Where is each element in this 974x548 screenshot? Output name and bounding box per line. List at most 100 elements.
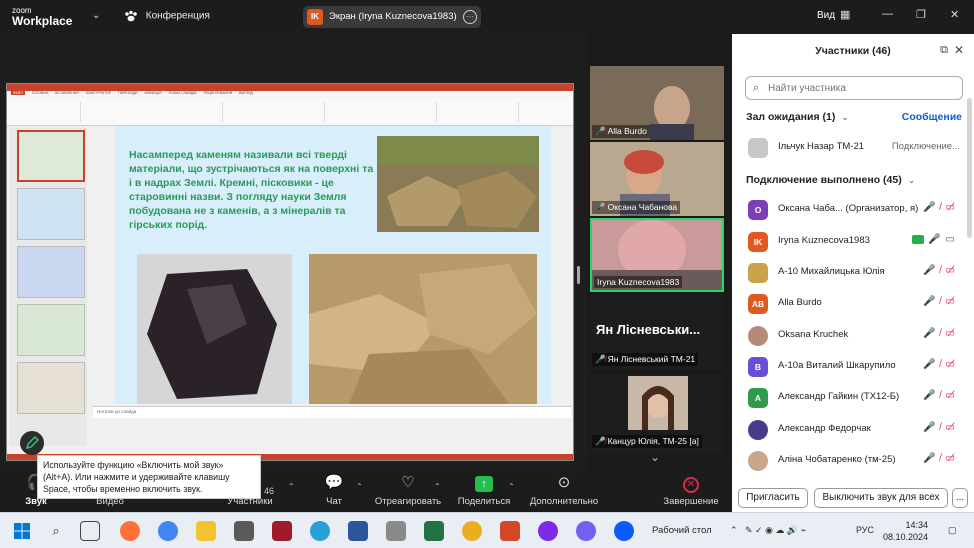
participant-row[interactable]: AB Alla Burdo 🎤̸▭̸	[732, 288, 974, 319]
waiting-room-header[interactable]: Зал ожидания (1) ⌄	[746, 111, 849, 123]
video-tile-3-active[interactable]: Iryna Kuznecova1983	[590, 218, 724, 292]
slide-thumb-4[interactable]	[17, 304, 85, 356]
clock-date: 08.10.2024	[882, 532, 928, 542]
participant-row[interactable]: Аліна Чобатаренко (тм-25) 🎤̸▭̸	[732, 445, 974, 476]
powerpoint-icon[interactable]	[500, 521, 520, 541]
conference-menu[interactable]: Конференция	[124, 10, 210, 22]
rocks-photo-1	[377, 136, 539, 232]
tray-chevron-icon[interactable]: ⌃	[730, 525, 738, 536]
mic-muted-icon: 🎤̸	[923, 359, 946, 370]
view-grid-icon[interactable]: ▦	[840, 8, 850, 21]
avatar: O	[748, 200, 768, 220]
chevron-up-icon[interactable]: ⌃	[508, 482, 515, 491]
excel-icon[interactable]	[424, 521, 444, 541]
viber-icon[interactable]	[576, 521, 596, 541]
chevron-up-icon[interactable]: ⌃	[356, 482, 363, 491]
screen-share-indicator[interactable]: IK Экран (Iryna Kuznecova1983) ···	[303, 6, 481, 28]
chevron-up-icon[interactable]: ⌃	[434, 482, 441, 491]
media-status-icons: 🎤̸▭̸	[923, 422, 960, 433]
word-icon[interactable]	[348, 521, 368, 541]
participants-panel: Участники (46) ⧉ ✕ ⌕ Зал ожидания (1)⌄ С…	[732, 34, 974, 512]
app-icon[interactable]	[272, 521, 292, 541]
language-indicator[interactable]: РУС	[856, 525, 874, 535]
zoom-taskbar-icon[interactable]	[614, 521, 634, 541]
camera-off-icon: ▭̸	[945, 328, 960, 339]
clock[interactable]: 14:34 08.10.2024	[880, 519, 928, 543]
end-call-icon: ✕	[654, 472, 728, 494]
pop-out-icon[interactable]: ⧉	[940, 44, 948, 57]
paw-icon	[125, 10, 137, 22]
canva-icon[interactable]	[538, 521, 558, 541]
participant-row[interactable]: IK Iryna Kuznecova1983 🎤▭	[732, 226, 974, 257]
chevron-down-icon[interactable]: ⌄	[650, 450, 660, 464]
view-button[interactable]: Вид	[817, 10, 835, 21]
mic-muted-icon: 🎤̸	[923, 453, 946, 464]
participant-row[interactable]: Александр Федорчак 🎤̸▭̸	[732, 414, 974, 445]
windows-start-icon[interactable]	[12, 521, 32, 541]
file-explorer-icon[interactable]	[196, 521, 216, 541]
participant-row[interactable]: А-10 Михайлицька Юлія 🎤̸▭̸	[732, 257, 974, 288]
video-label: 🎤̸ Alla Burdo	[592, 125, 650, 138]
name-card-tile[interactable]: Ян Лісневськи... 🎤̸ Ян Лісневський ТМ-21	[590, 294, 724, 370]
chevron-up-icon[interactable]: ⌃	[288, 482, 295, 491]
conference-label: Конференция	[145, 10, 210, 22]
share-button[interactable]: ↑ Поделиться	[448, 472, 520, 512]
more-options-icon[interactable]: ···	[463, 10, 477, 24]
participant-row[interactable]: O Оксана Чаба... (Организатор, я) 🎤̸▭̸	[732, 194, 974, 225]
reactions-button[interactable]: ♡ Отреагировать	[368, 472, 448, 512]
search-icon[interactable]: ⌕	[46, 521, 66, 541]
message-link[interactable]: Сообщение	[902, 111, 962, 123]
close-icon[interactable]: ✕	[954, 43, 964, 57]
pencil-icon	[26, 436, 39, 449]
slide-thumb-2[interactable]	[17, 188, 85, 240]
title-bar: zoom Workplace ⌄ Конференция IK Экран (I…	[0, 0, 802, 34]
participant-name: Alla Burdo	[778, 297, 822, 308]
video-tile-2[interactable]: 🎤̸ Оксана Чабанова	[590, 142, 724, 216]
chat-button[interactable]: 💬 Чат	[298, 472, 370, 512]
app-icon[interactable]	[386, 521, 406, 541]
video-label: 🎤̸ Ян Лісневський ТМ-21	[592, 353, 699, 366]
resize-handle[interactable]	[577, 266, 580, 284]
task-view-icon[interactable]	[80, 521, 100, 541]
windows-taskbar: ⌕ Рабочий стол ⌃ ✎ ✓ ◉ ☁ 🔊 ⌁ РУС 14:34 0…	[0, 512, 974, 548]
slide-thumb-3[interactable]	[17, 246, 85, 298]
app-icon[interactable]	[462, 521, 482, 541]
media-status-icons: 🎤̸▭̸	[923, 296, 960, 307]
participant-name: Александр Гайкин (ТХ12-Б)	[778, 391, 900, 402]
camera-on-icon: ▭	[945, 234, 960, 245]
participant-row[interactable]: B А-10а Виталий Шкарупило 🎤̸▭̸	[732, 351, 974, 382]
telegram-icon[interactable]	[310, 521, 330, 541]
firefox-icon[interactable]	[120, 521, 140, 541]
annotate-button[interactable]	[20, 431, 44, 455]
logo-line2: Workplace	[12, 14, 73, 28]
connected-header[interactable]: Подключение выполнено (45) ⌄	[746, 174, 915, 186]
notifications-icon[interactable]: ▢	[948, 525, 957, 536]
end-button[interactable]: ✕ Завершение	[654, 472, 728, 512]
desktop-label[interactable]: Рабочий стол	[652, 525, 712, 536]
participant-row[interactable]: Oksana Kruchek 🎤̸▭̸	[732, 320, 974, 351]
minimize-icon[interactable]: —	[882, 8, 893, 20]
app-icon[interactable]	[234, 521, 254, 541]
slide-thumb-5[interactable]	[17, 362, 85, 414]
restore-icon[interactable]: ❐	[916, 8, 926, 21]
camera-off-icon: ▭̸	[945, 265, 960, 276]
video-tile-5[interactable]: 🎤̸ Канцур Юлія, ТМ-25 [а]	[590, 374, 724, 454]
chevron-down-icon[interactable]: ⌄	[92, 10, 100, 21]
mute-all-button[interactable]: Выключить звук для всех	[814, 488, 948, 508]
waiting-row[interactable]: Ільчук Назар ТМ-21 Подключение...	[732, 132, 974, 163]
slide-thumb-1[interactable]	[17, 130, 85, 182]
invite-button[interactable]: Пригласить	[738, 488, 808, 508]
chrome-icon[interactable]	[158, 521, 178, 541]
slide-notes[interactable]: Нотатки до слайда	[93, 406, 571, 418]
more-button[interactable]: ...	[952, 488, 968, 508]
video-tile-1[interactable]: 🎤̸ Alla Burdo	[590, 66, 724, 140]
more-button[interactable]: ⊙ Дополнительно	[524, 472, 604, 512]
close-window-icon[interactable]: ✕	[950, 8, 959, 21]
participant-row[interactable]: A Александр Гайкин (ТХ12-Б) 🎤̸▭̸	[732, 382, 974, 413]
tray-icons[interactable]: ✎ ✓ ◉ ☁ 🔊 ⌁	[745, 525, 806, 536]
participant-search[interactable]: ⌕	[745, 76, 963, 100]
panel-scrollbar[interactable]	[967, 98, 972, 238]
mic-off-icon: 🎤̸	[595, 354, 606, 364]
search-input[interactable]	[768, 80, 958, 96]
mic-off-icon: 🎤̸	[595, 436, 606, 446]
